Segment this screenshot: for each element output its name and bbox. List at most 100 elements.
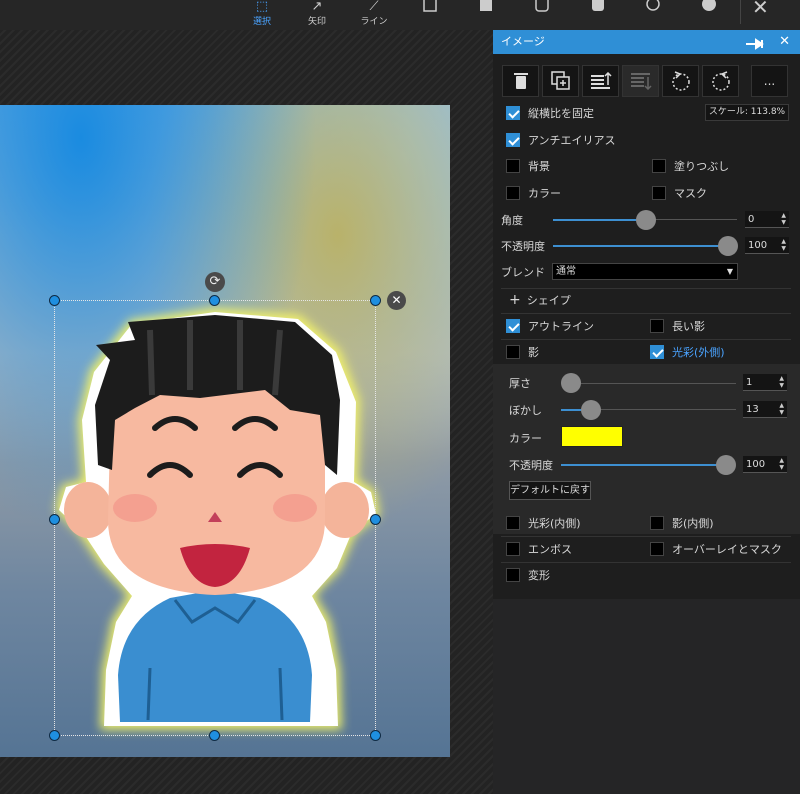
panel-empty-area <box>493 599 800 794</box>
angle-slider-rest[interactable] <box>645 219 737 220</box>
keep-aspect-row[interactable]: 縦横比を固定 <box>506 105 594 121</box>
arrow-icon: ↗ <box>311 0 323 14</box>
delete-button[interactable] <box>502 65 539 97</box>
outer-glow-row[interactable]: 光彩(外側) <box>650 344 725 360</box>
panel-close-icon[interactable]: ✕ <box>779 30 790 54</box>
keep-aspect-checkbox[interactable] <box>506 106 520 120</box>
resize-handle-right[interactable] <box>370 514 381 525</box>
thickness-slider-thumb[interactable] <box>561 373 581 393</box>
rectangle-filled-icon[interactable] <box>474 0 498 14</box>
selection-box[interactable] <box>54 300 376 736</box>
inner-glow-row[interactable]: 光彩(内側) <box>506 515 581 531</box>
tool-line[interactable]: ⟋ ライン <box>354 0 394 30</box>
resize-handle-bottom[interactable] <box>209 730 220 741</box>
glow-opacity-spinner-icon[interactable]: ▲ ▼ <box>779 457 784 471</box>
antialias-row[interactable]: アンチエイリアス <box>506 132 616 148</box>
color-row[interactable]: カラー <box>506 185 561 201</box>
overlay-mask-row[interactable]: オーバーレイとマスク <box>650 541 782 557</box>
opacity-slider-track[interactable] <box>553 245 729 247</box>
outline-row[interactable]: アウトライン <box>506 318 594 334</box>
resize-handle-top[interactable] <box>209 295 220 306</box>
shape-section-header[interactable]: + シェイプ <box>509 292 571 308</box>
blur-input[interactable]: 13 ▲ ▼ <box>743 401 787 418</box>
long-shadow-checkbox[interactable] <box>650 319 664 333</box>
panel-title: イメージ <box>501 35 545 48</box>
outer-glow-checkbox[interactable] <box>650 345 664 359</box>
send-back-icon <box>630 73 652 90</box>
circle-filled-icon[interactable] <box>697 0 721 14</box>
opacity-slider-thumb[interactable] <box>718 236 738 256</box>
mask-checkbox[interactable] <box>652 186 666 200</box>
circle-outline-icon[interactable] <box>641 0 665 14</box>
close-app-button[interactable]: ✕ <box>752 0 769 19</box>
rotate-right-button[interactable] <box>702 65 739 97</box>
transform-row[interactable]: 変形 <box>506 567 550 583</box>
delete-object-icon[interactable]: ✕ <box>387 291 406 310</box>
duplicate-button[interactable] <box>542 65 579 97</box>
rounded-rect-outline-icon[interactable] <box>530 0 554 14</box>
outline-checkbox[interactable] <box>506 319 520 333</box>
shadow-row[interactable]: 影 <box>506 344 539 360</box>
antialias-checkbox[interactable] <box>506 133 520 147</box>
angle-slider-track[interactable] <box>553 219 645 221</box>
overlay-mask-label: オーバーレイとマスク <box>672 543 782 556</box>
color-label: カラー <box>528 187 561 200</box>
long-shadow-label: 長い影 <box>672 320 705 333</box>
blur-slider-thumb[interactable] <box>581 400 601 420</box>
transform-checkbox[interactable] <box>506 568 520 582</box>
tool-select-label: 選択 <box>252 17 271 27</box>
separator <box>501 536 791 537</box>
blend-select[interactable]: 通常 ▼ <box>552 263 738 280</box>
rounded-rect-filled-icon[interactable] <box>586 0 610 14</box>
resize-handle-bottom-right[interactable] <box>370 730 381 741</box>
color-checkbox[interactable] <box>506 186 520 200</box>
canvas-area[interactable]: ⟳ ✕ <box>0 0 493 794</box>
fill-row[interactable]: 塗りつぶし <box>652 158 729 174</box>
overlay-mask-checkbox[interactable] <box>650 542 664 556</box>
rotate-icon[interactable]: ⟳ <box>205 272 225 292</box>
thickness-spinner-icon[interactable]: ▲ ▼ <box>779 375 784 389</box>
angle-slider-thumb[interactable] <box>636 210 656 230</box>
rotate-left-button[interactable] <box>662 65 699 97</box>
bring-front-icon <box>590 72 612 89</box>
bring-front-button[interactable] <box>582 65 619 97</box>
resize-handle-left[interactable] <box>49 514 60 525</box>
thickness-slider-track[interactable] <box>561 383 736 384</box>
mask-label: マスク <box>674 187 707 200</box>
background-checkbox[interactable] <box>506 159 520 173</box>
glow-color-swatch[interactable] <box>561 426 623 447</box>
glow-opacity-slider-track[interactable] <box>561 464 727 466</box>
more-button[interactable]: ... <box>751 65 788 97</box>
emboss-checkbox[interactable] <box>506 542 520 556</box>
close-icon[interactable] <box>740 0 741 24</box>
resize-handle-bottom-left[interactable] <box>49 730 60 741</box>
blur-slider-rest[interactable] <box>591 409 736 410</box>
blur-spinner-icon[interactable]: ▲ ▼ <box>779 402 784 416</box>
shadow-checkbox[interactable] <box>506 345 520 359</box>
angle-input[interactable]: 0 ▲ ▼ <box>745 211 789 228</box>
angle-spinner-icon[interactable]: ▲ ▼ <box>781 212 786 226</box>
fill-checkbox[interactable] <box>652 159 666 173</box>
resize-handle-top-left[interactable] <box>49 295 60 306</box>
inner-glow-checkbox[interactable] <box>506 516 520 530</box>
separator <box>501 562 791 563</box>
scale-readout: スケール: 113.8% <box>705 104 789 121</box>
background-row[interactable]: 背景 <box>506 158 550 174</box>
reset-default-button[interactable]: デフォルトに戻す <box>509 481 591 500</box>
glow-opacity-input[interactable]: 100 ▲ ▼ <box>743 456 787 473</box>
long-shadow-row[interactable]: 長い影 <box>650 318 705 334</box>
resize-handle-top-right[interactable] <box>370 295 381 306</box>
tool-line-label: ライン <box>360 17 388 27</box>
glow-opacity-slider-thumb[interactable] <box>716 455 736 475</box>
emboss-row[interactable]: エンボス <box>506 541 572 557</box>
thickness-input[interactable]: 1 ▲ ▼ <box>743 374 787 391</box>
inner-shadow-checkbox[interactable] <box>650 516 664 530</box>
opacity-spinner-icon[interactable]: ▲ ▼ <box>781 238 786 252</box>
rectangle-outline-icon[interactable] <box>418 0 442 14</box>
send-back-button[interactable] <box>622 65 659 97</box>
opacity-input[interactable]: 100 ▲ ▼ <box>745 237 789 254</box>
inner-shadow-row[interactable]: 影(内側) <box>650 515 714 531</box>
mask-row[interactable]: マスク <box>652 185 707 201</box>
tool-select[interactable]: ⬚ 選択 <box>242 0 282 30</box>
tool-arrow[interactable]: ↗ 矢印 <box>297 0 337 30</box>
